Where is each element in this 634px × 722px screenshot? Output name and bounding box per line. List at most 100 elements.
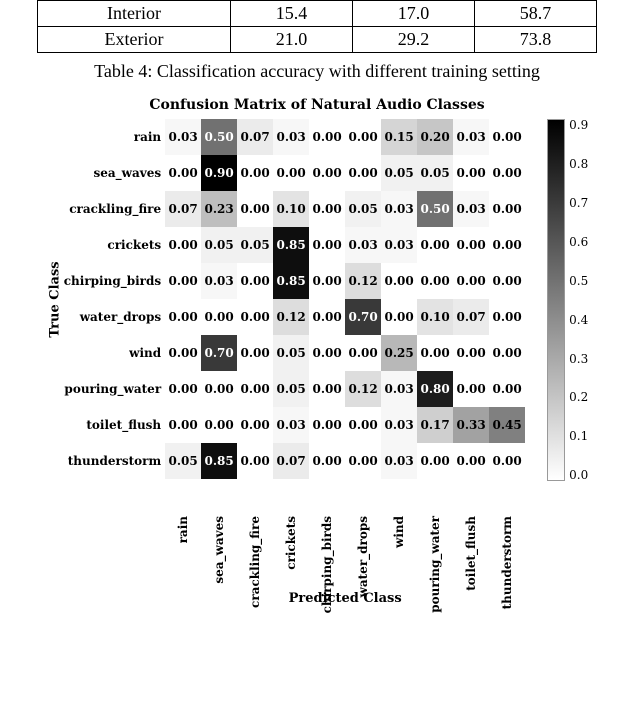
heatmap-cell: 0.00 <box>345 407 381 443</box>
y-tick: wind <box>64 335 165 371</box>
colorbar-tick: 0.9 <box>569 119 588 131</box>
heatmap-cell: 0.03 <box>345 227 381 263</box>
heatmap-cell: 0.00 <box>309 119 345 155</box>
cell: 73.8 <box>475 27 597 53</box>
colorbar-gradient <box>547 119 565 481</box>
y-tick-labels: rainsea_wavescrackling_firecricketschirp… <box>64 119 165 479</box>
heatmap-cell: 0.05 <box>273 335 309 371</box>
heatmap-cell: 0.03 <box>381 191 417 227</box>
row-label: Exterior <box>38 27 231 53</box>
heatmap-cell: 0.80 <box>417 371 453 407</box>
heatmap-cell: 0.00 <box>165 155 201 191</box>
heatmap-cell: 0.03 <box>453 119 489 155</box>
heatmap-cell: 0.05 <box>417 155 453 191</box>
heatmap-cell: 0.20 <box>417 119 453 155</box>
heatmap-cell: 0.00 <box>489 191 525 227</box>
cell: 21.0 <box>231 27 353 53</box>
cell: 17.0 <box>353 1 475 27</box>
heatmap-cell: 0.00 <box>453 263 489 299</box>
heatmap-cell: 0.00 <box>309 443 345 479</box>
heatmap-cell: 0.00 <box>165 227 201 263</box>
heatmap-cell: 0.03 <box>273 407 309 443</box>
cell: 15.4 <box>231 1 353 27</box>
heatmap-cell: 0.45 <box>489 407 525 443</box>
heatmap-cell: 0.07 <box>453 299 489 335</box>
heatmap-cell: 0.00 <box>417 263 453 299</box>
heatmap-cell: 0.05 <box>201 227 237 263</box>
heatmap-cell: 0.00 <box>309 299 345 335</box>
colorbar-tick: 0.7 <box>569 197 588 209</box>
cell: 29.2 <box>353 27 475 53</box>
heatmap-cell: 0.05 <box>381 155 417 191</box>
y-tick: chirping_birds <box>64 263 165 299</box>
heatmap-cell: 0.00 <box>309 371 345 407</box>
heatmap-cell: 0.00 <box>489 227 525 263</box>
y-tick: crickets <box>64 227 165 263</box>
heatmap-cell: 0.00 <box>237 371 273 407</box>
colorbar-tick: 0.0 <box>569 469 588 481</box>
heatmap-cell: 0.00 <box>309 335 345 371</box>
colorbar-tick: 0.4 <box>569 314 588 326</box>
heatmap-cell: 0.85 <box>273 227 309 263</box>
heatmap-cell: 0.70 <box>345 299 381 335</box>
heatmap-cell: 0.00 <box>165 263 201 299</box>
heatmap-cell: 0.07 <box>237 119 273 155</box>
heatmap-cell: 0.00 <box>345 335 381 371</box>
heatmap-cell: 0.03 <box>381 443 417 479</box>
colorbar-tick: 0.6 <box>569 236 588 248</box>
heatmap-cell: 0.05 <box>237 227 273 263</box>
heatmap-cell: 0.03 <box>453 191 489 227</box>
heatmap-cell: 0.00 <box>345 443 381 479</box>
heatmap-cell: 0.00 <box>309 407 345 443</box>
heatmap-cell: 0.00 <box>309 227 345 263</box>
cell: 58.7 <box>475 1 597 27</box>
colorbar: 0.90.80.70.60.50.40.30.20.10.0 <box>547 119 588 481</box>
heatmap-cell: 0.00 <box>237 407 273 443</box>
heatmap-cell: 0.00 <box>237 335 273 371</box>
heatmap-cell: 0.00 <box>489 443 525 479</box>
heatmap-cell: 0.12 <box>345 371 381 407</box>
heatmap-cell: 0.03 <box>381 227 417 263</box>
heatmap-cell: 0.15 <box>381 119 417 155</box>
heatmap-cell: 0.00 <box>489 335 525 371</box>
heatmap-cell: 0.10 <box>417 299 453 335</box>
heatmap-cell: 0.00 <box>165 407 201 443</box>
heatmap-cell: 0.00 <box>309 263 345 299</box>
heatmap-cell: 0.00 <box>417 227 453 263</box>
heatmap-cell: 0.05 <box>165 443 201 479</box>
heatmap-cell: 0.00 <box>273 155 309 191</box>
heatmap-cell: 0.00 <box>201 371 237 407</box>
heatmap-cell: 0.00 <box>417 443 453 479</box>
accuracy-table: Interior 15.4 17.0 58.7 Exterior 21.0 29… <box>37 0 597 53</box>
heatmap-cell: 0.00 <box>237 443 273 479</box>
heatmap-cell: 0.05 <box>345 191 381 227</box>
table-row: Exterior 21.0 29.2 73.8 <box>38 27 597 53</box>
heatmap-cell: 0.00 <box>237 263 273 299</box>
heatmap-cell: 0.00 <box>489 155 525 191</box>
heatmap-cell: 0.00 <box>489 299 525 335</box>
colorbar-tick: 0.5 <box>569 275 588 287</box>
y-tick: thunderstorm <box>64 443 165 479</box>
heatmap-cell: 0.00 <box>345 119 381 155</box>
heatmap-cell: 0.00 <box>453 443 489 479</box>
heatmap-cell: 0.23 <box>201 191 237 227</box>
heatmap-cell: 0.00 <box>489 371 525 407</box>
heatmap-cell: 0.03 <box>201 263 237 299</box>
y-tick: toilet_flush <box>64 407 165 443</box>
x-tick-labels: rainsea_wavescrackling_firecricketschirp… <box>165 479 525 589</box>
chart-title: Confusion Matrix of Natural Audio Classe… <box>10 97 624 113</box>
heatmap-cell: 0.85 <box>273 263 309 299</box>
colorbar-tick: 0.2 <box>569 391 588 403</box>
heatmap-cell: 0.25 <box>381 335 417 371</box>
x-axis-label: Predicted Class <box>165 591 525 606</box>
heatmap-cell: 0.00 <box>165 299 201 335</box>
confusion-matrix-chart: Confusion Matrix of Natural Audio Classe… <box>10 97 624 606</box>
heatmap-cell: 0.00 <box>453 227 489 263</box>
table-row: Interior 15.4 17.0 58.7 <box>38 1 597 27</box>
heatmap-cell: 0.00 <box>201 299 237 335</box>
table-caption: Table 4: Classification accuracy with di… <box>37 59 597 83</box>
heatmap-cell: 0.00 <box>345 155 381 191</box>
heatmap-cell: 0.85 <box>201 443 237 479</box>
heatmap-cell: 0.10 <box>273 191 309 227</box>
heatmap-cell: 0.00 <box>237 155 273 191</box>
